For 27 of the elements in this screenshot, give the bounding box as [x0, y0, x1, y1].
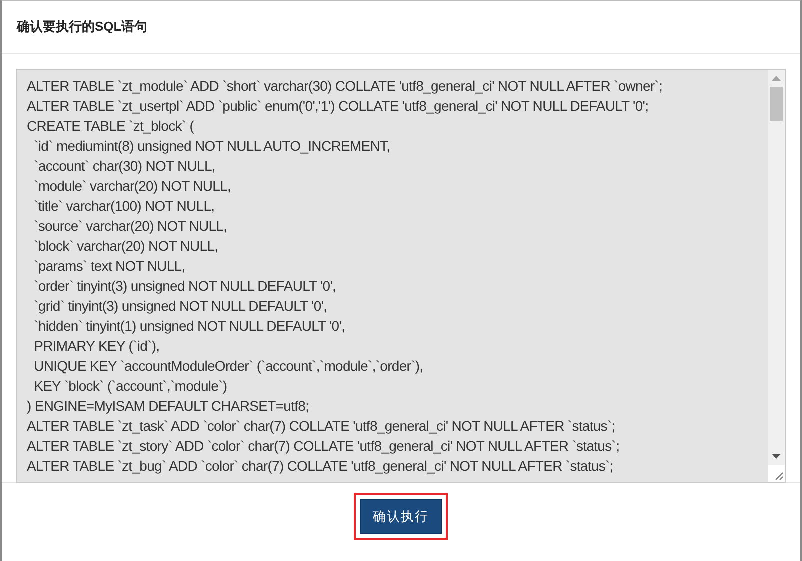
sql-line: ALTER TABLE `zt_bug` ADD `color` char(7) COLLATE 'utf8_general_ci' NOT NULL AFTER `status`;	[27, 457, 614, 476]
sql-line: KEY `block` (`account`,`module`)	[33, 377, 228, 396]
sql-line: `account` char(30) NOT NULL,	[33, 157, 216, 176]
sql-line: `source` varchar(20) NOT NULL,	[33, 217, 228, 236]
sql-line: CREATE TABLE `zt_block` (	[27, 117, 196, 136]
sql-line: ALTER TABLE `zt_task` ADD `color` char(7) COLLATE 'utf8_general_ci' NOT NULL AFTER `status`;	[27, 417, 616, 436]
sql-line: `order` tinyint(3) unsigned NOT NULL DEFAULT '0',	[33, 277, 338, 296]
sql-line: `params` text NOT NULL,	[33, 257, 186, 276]
sql-line: ALTER TABLE `zt_story` ADD `color` char(7) COLLATE 'utf8_general_ci' NOT NULL AFTER `status`;	[27, 437, 621, 456]
sql-textarea[interactable]	[16, 69, 786, 483]
execute-button[interactable]: 确认执行	[360, 499, 442, 534]
scrollbar[interactable]	[768, 70, 785, 482]
sql-line: `block` varchar(20) NOT NULL,	[33, 237, 220, 256]
sql-line: ALTER TABLE `zt_module` ADD `short` varchar(30) COLLATE 'utf8_general_ci' NOT NULL AFTER `owner`;	[27, 77, 664, 96]
scroll-down-icon[interactable]	[772, 454, 781, 459]
resize-grip-icon[interactable]	[775, 472, 783, 480]
sql-line: `id` mediumint(8) unsigned NOT NULL AUTO_INCREMENT,	[33, 137, 392, 156]
sql-line: `grid` tinyint(3) unsigned NOT NULL DEFAULT '0',	[33, 297, 328, 316]
sql-line: ALTER TABLE `zt_usertpl` ADD `public` enum('0','1') COLLATE 'utf8_general_ci' NOT NULL DEFAULT '0';	[27, 97, 650, 116]
scroll-thumb[interactable]	[770, 87, 783, 121]
sql-line: `title` varchar(100) NOT NULL,	[33, 197, 216, 216]
sql-line: `hidden` tinyint(1) unsigned NOT NULL DEFAULT '0',	[33, 317, 346, 336]
sql-line: ) ENGINE=MyISAM DEFAULT CHARSET=utf8;	[27, 397, 310, 416]
sql-line: UNIQUE KEY `accountModuleOrder` (`account`,`module`,`order`),	[33, 357, 424, 376]
dialog-title: 确认要执行的SQL语句	[17, 18, 148, 36]
sql-line: `module` varchar(20) NOT NULL,	[33, 177, 232, 196]
sql-line: PRIMARY KEY (`id`),	[33, 337, 161, 356]
